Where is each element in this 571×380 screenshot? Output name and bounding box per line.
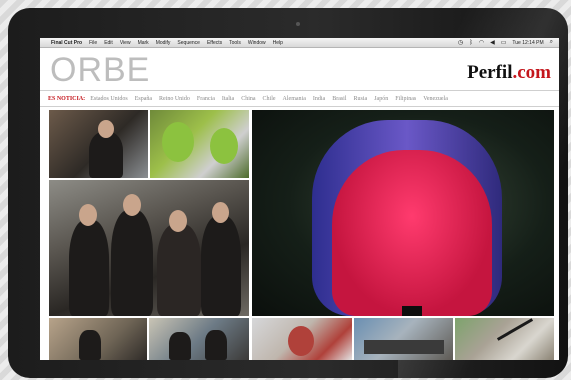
- person-silhouette: [157, 224, 201, 316]
- photo-tile-painted-faces[interactable]: [150, 110, 249, 178]
- mannequin-stand: [402, 306, 422, 316]
- nav-item-estados-unidos[interactable]: Estados Unidos: [90, 96, 128, 102]
- menu-edit[interactable]: Edit: [104, 40, 113, 46]
- menu-app-name[interactable]: Final Cut Pro: [51, 40, 82, 46]
- site-header: ORBE Perfil.com: [40, 47, 559, 92]
- person-face: [169, 210, 187, 232]
- photo-tile-mourners[interactable]: [49, 180, 249, 316]
- photo-tile-crowd[interactable]: [49, 110, 148, 178]
- person-face: [79, 204, 97, 226]
- nav-item-venezuela[interactable]: Venezuela: [423, 96, 448, 102]
- menu-file[interactable]: File: [89, 40, 97, 46]
- menu-modify[interactable]: Modify: [156, 40, 171, 46]
- vehicle-shape: [364, 340, 444, 354]
- clock-icon[interactable]: ◷: [458, 39, 463, 46]
- nav-item-rusia[interactable]: Rusia: [354, 96, 368, 102]
- person-silhouette: [89, 132, 123, 178]
- nav-item-alemania[interactable]: Alemania: [283, 96, 306, 102]
- photo-tile-costume[interactable]: [252, 318, 352, 360]
- person-face: [98, 120, 114, 138]
- nav-label: ES NOTICIA:: [48, 95, 86, 102]
- nav-item-india[interactable]: India: [313, 96, 325, 102]
- photo-grid: [40, 108, 559, 360]
- photo-tile-craft[interactable]: [455, 318, 554, 360]
- nav-item-espana[interactable]: España: [135, 96, 152, 102]
- photo-tile-street[interactable]: [49, 318, 147, 360]
- brand-logo-main: Perfil: [467, 62, 513, 83]
- pink-dress: [332, 150, 492, 316]
- painted-face: [162, 122, 194, 162]
- menu-help[interactable]: Help: [273, 40, 283, 46]
- person-silhouette: [205, 330, 227, 360]
- photo-tile-fashion-dress[interactable]: [252, 110, 554, 316]
- menubar-clock[interactable]: Tue 12:14 PM: [512, 40, 543, 46]
- painted-face: [210, 128, 238, 164]
- news-nav-bar: ES NOTICIA: Estados Unidos España Reino …: [40, 90, 559, 107]
- menubar-status-area: ◷ ᛒ ◠ ◀ ▭ Tue 12:14 PM ⌕: [458, 39, 553, 46]
- nav-item-chile[interactable]: Chile: [263, 96, 276, 102]
- brand-logo[interactable]: Perfil.com: [467, 62, 551, 84]
- person-silhouette: [79, 330, 101, 360]
- person-silhouette: [69, 220, 109, 316]
- person-face: [212, 202, 229, 223]
- tool-shape: [496, 318, 534, 341]
- person-silhouette: [169, 332, 191, 360]
- menu-view[interactable]: View: [120, 40, 131, 46]
- nav-item-china[interactable]: China: [241, 96, 255, 102]
- menu-mark[interactable]: Mark: [138, 40, 149, 46]
- bluetooth-icon[interactable]: ᛒ: [469, 40, 473, 46]
- person-silhouette: [201, 216, 241, 316]
- nav-item-japon[interactable]: Japón: [374, 96, 388, 102]
- battery-icon[interactable]: ▭: [501, 39, 507, 46]
- camera-dot: [296, 22, 300, 26]
- nav-item-reino-unido[interactable]: Reino Unido: [159, 96, 190, 102]
- menu-tools[interactable]: Tools: [229, 40, 241, 46]
- nav-item-filipinas[interactable]: Filipinas: [395, 96, 416, 102]
- spotlight-search-icon[interactable]: ⌕: [550, 39, 553, 46]
- costume-mask: [288, 326, 314, 356]
- nav-item-francia[interactable]: Francia: [197, 96, 215, 102]
- person-silhouette: [111, 210, 153, 316]
- nav-item-brasil[interactable]: Brasil: [332, 96, 346, 102]
- menu-effects[interactable]: Effects: [207, 40, 222, 46]
- site-logo[interactable]: ORBE: [50, 51, 150, 90]
- volume-icon[interactable]: ◀: [490, 39, 495, 46]
- browser-screen: Final Cut Pro File Edit View Mark Modify…: [40, 38, 559, 360]
- menu-window[interactable]: Window: [248, 40, 266, 46]
- wifi-icon[interactable]: ◠: [479, 39, 484, 46]
- person-face: [123, 194, 141, 216]
- nav-item-italia[interactable]: Italia: [222, 96, 234, 102]
- photo-tile-gathering[interactable]: [149, 318, 249, 360]
- menu-sequence[interactable]: Sequence: [177, 40, 200, 46]
- brand-logo-suffix: .com: [512, 62, 551, 83]
- tablet-device: Final Cut Pro File Edit View Mark Modify…: [8, 8, 568, 378]
- photo-tile-bus[interactable]: [354, 318, 453, 360]
